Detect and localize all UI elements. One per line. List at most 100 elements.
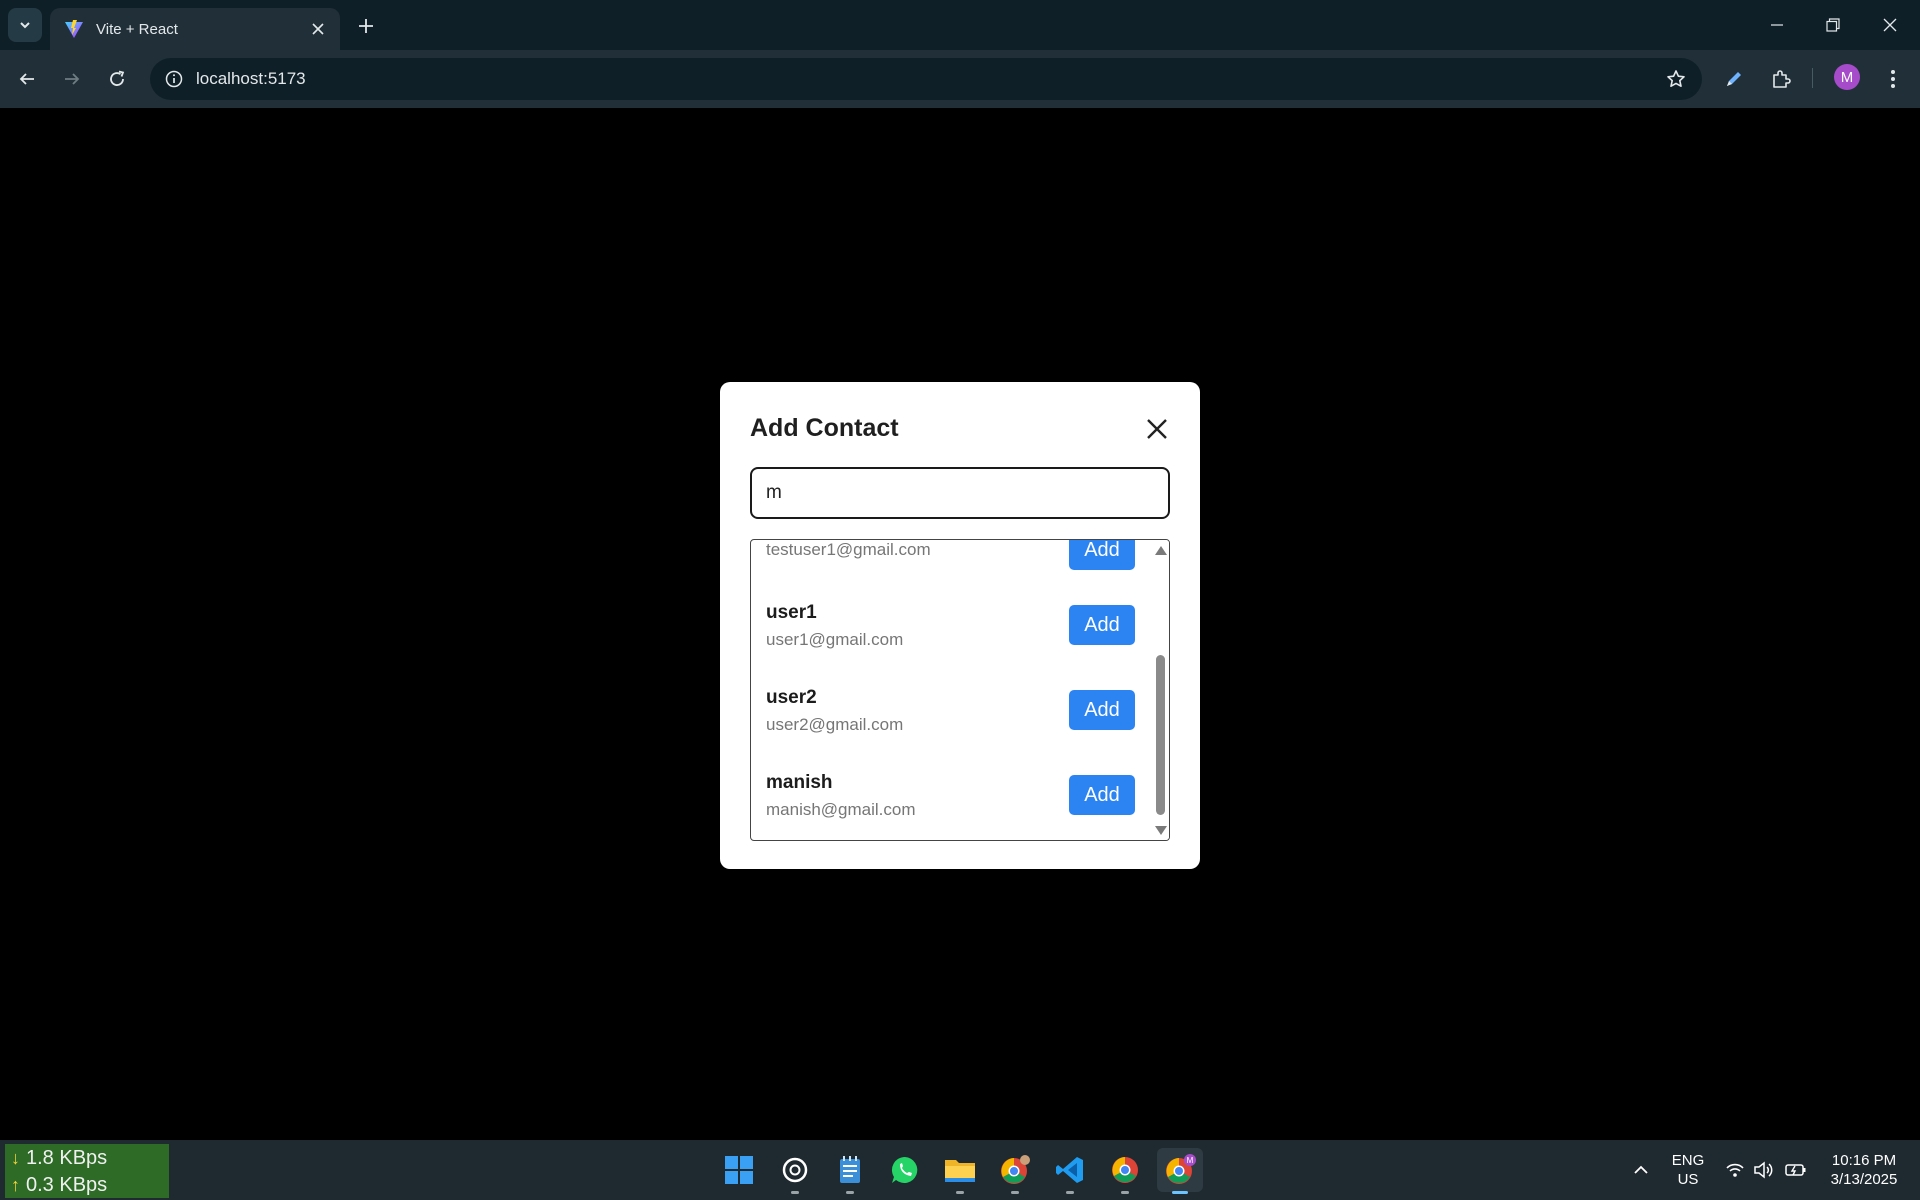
reload-icon: [110, 70, 125, 86]
taskbar-chrome-profile[interactable]: [992, 1148, 1038, 1194]
chrome-icon: [1001, 1155, 1030, 1184]
windows-start-icon: [725, 1156, 753, 1184]
add-contact-button[interactable]: Add: [1069, 605, 1135, 645]
close-window-button[interactable]: [1862, 0, 1918, 50]
taskbar-notepad[interactable]: [827, 1148, 873, 1194]
new-tab-button[interactable]: [350, 10, 382, 42]
list-item: user1 user1@gmail.com Add: [751, 602, 1151, 672]
add-contact-button[interactable]: Add: [1069, 775, 1135, 815]
arrow-right-icon: [65, 73, 80, 85]
browser-toolbar: localhost:5173: [0, 50, 1920, 108]
vscode-icon: [1056, 1157, 1083, 1183]
list-item: user2 user2@gmail.com Add: [751, 687, 1151, 757]
close-icon: [312, 23, 324, 35]
windows-taskbar: ↓ 1.8 KBps ↑ 0.3 KBps M ENG US 10:16 PM …: [0, 1140, 1920, 1200]
forward-button[interactable]: [56, 63, 88, 95]
taskbar-whatsapp[interactable]: [882, 1148, 928, 1192]
download-speed: 1.8 KBps: [26, 1147, 108, 1169]
contact-name: user1: [766, 602, 817, 623]
tab-title: Vite + React: [96, 20, 178, 38]
profile-avatar[interactable]: M: [1834, 64, 1860, 90]
notepad-icon: [840, 1156, 860, 1183]
folder-icon: [945, 1160, 975, 1182]
language-indicator[interactable]: ENG US: [1662, 1140, 1714, 1200]
contact-email: user1@gmail.com: [766, 630, 904, 649]
chevron-up-icon: [1634, 1165, 1648, 1174]
browser-tab-strip: Vite + React: [0, 0, 1920, 50]
list-item: manish manish@gmail.com Add: [751, 772, 1151, 840]
upload-arrow-icon: ↑: [11, 1175, 20, 1195]
chrome-icon: M: [1166, 1154, 1196, 1184]
site-info-icon[interactable]: [162, 67, 186, 91]
search-results-list[interactable]: testuser1@gmail.com Add user1 user1@gmai…: [750, 539, 1170, 841]
scrollbar-thumb[interactable]: [1156, 655, 1165, 815]
add-contact-button[interactable]: Add: [1069, 690, 1135, 730]
running-indicator: [1121, 1191, 1129, 1194]
minimize-button[interactable]: [1749, 0, 1805, 50]
add-contact-button[interactable]: Add: [1069, 540, 1135, 570]
volume-icon[interactable]: [1750, 1140, 1778, 1200]
vite-logo-icon: [65, 20, 83, 38]
restore-icon: [1826, 18, 1840, 32]
close-icon: [1147, 419, 1167, 439]
minimize-icon: [1771, 24, 1783, 26]
taskbar-vscode[interactable]: [1047, 1148, 1093, 1194]
arrow-left-icon: [19, 73, 34, 85]
scroll-up-arrow-icon[interactable]: [1155, 546, 1167, 555]
upload-speed: 0.3 KBps: [26, 1174, 108, 1196]
close-icon: [1883, 18, 1897, 32]
bookmark-star-icon[interactable]: [1664, 67, 1688, 91]
contact-name: manish: [766, 772, 833, 793]
extensions-puzzle-icon[interactable]: [1765, 63, 1797, 95]
contact-email: user2@gmail.com: [766, 715, 904, 734]
whatsapp-icon: [891, 1156, 918, 1183]
start-button[interactable]: [716, 1148, 762, 1192]
modal-title: Add Contact: [750, 414, 899, 442]
wifi-icon[interactable]: [1722, 1140, 1748, 1200]
chrome-icon: [1112, 1157, 1138, 1183]
download-arrow-icon: ↓: [11, 1148, 20, 1168]
url-text: localhost:5173: [196, 69, 306, 88]
contact-email: testuser1@gmail.com: [766, 540, 931, 559]
toolbar-divider: [1812, 68, 1813, 88]
plus-icon: [359, 19, 373, 33]
add-contact-modal: Add Contact testuser1@gmail.com Add user…: [720, 382, 1200, 869]
taskbar-file-explorer[interactable]: [937, 1148, 983, 1194]
language-code: ENG: [1671, 1152, 1705, 1169]
scroll-down-arrow-icon[interactable]: [1155, 826, 1167, 835]
taskbar-chrome[interactable]: [1102, 1148, 1148, 1194]
running-indicator: [956, 1191, 964, 1194]
show-hidden-icons-button[interactable]: [1628, 1140, 1654, 1200]
tab-search-button[interactable]: [8, 8, 42, 42]
browser-tab[interactable]: Vite + React: [50, 8, 340, 50]
restore-button[interactable]: [1805, 0, 1861, 50]
pen-extension-icon[interactable]: [1718, 63, 1750, 95]
svg-text:M: M: [1187, 1156, 1194, 1165]
battery-icon[interactable]: [1782, 1140, 1810, 1200]
modal-close-button[interactable]: [1140, 412, 1174, 446]
reload-button[interactable]: [101, 63, 133, 95]
taskbar-chrome-active[interactable]: M: [1157, 1148, 1203, 1194]
chevron-down-icon: [20, 22, 30, 29]
running-indicator: [1172, 1191, 1188, 1194]
clock-date: 3/13/2025: [1830, 1171, 1898, 1188]
address-bar[interactable]: localhost:5173: [150, 58, 1702, 100]
contact-search-input[interactable]: [750, 467, 1170, 519]
contact-email: manish@gmail.com: [766, 800, 916, 819]
running-indicator: [1011, 1191, 1019, 1194]
running-indicator: [791, 1191, 799, 1194]
taskbar-chatgpt[interactable]: [772, 1148, 818, 1194]
browser-menu-kebab-icon[interactable]: [1877, 63, 1909, 95]
network-speed-widget: ↓ 1.8 KBps ↑ 0.3 KBps: [5, 1144, 169, 1198]
running-indicator: [1066, 1191, 1074, 1194]
clock-time: 10:16 PM: [1831, 1152, 1897, 1169]
keyboard-region: US: [1677, 1171, 1699, 1188]
clock[interactable]: 10:16 PM 3/13/2025: [1816, 1140, 1912, 1200]
list-item: testuser1@gmail.com Add: [751, 540, 1151, 582]
list-scrollbar[interactable]: [1151, 540, 1169, 840]
chatgpt-icon: [782, 1157, 808, 1183]
running-indicator: [846, 1191, 854, 1194]
tab-close-button[interactable]: [304, 15, 332, 43]
back-button[interactable]: [11, 63, 43, 95]
contact-name: user2: [766, 687, 817, 708]
